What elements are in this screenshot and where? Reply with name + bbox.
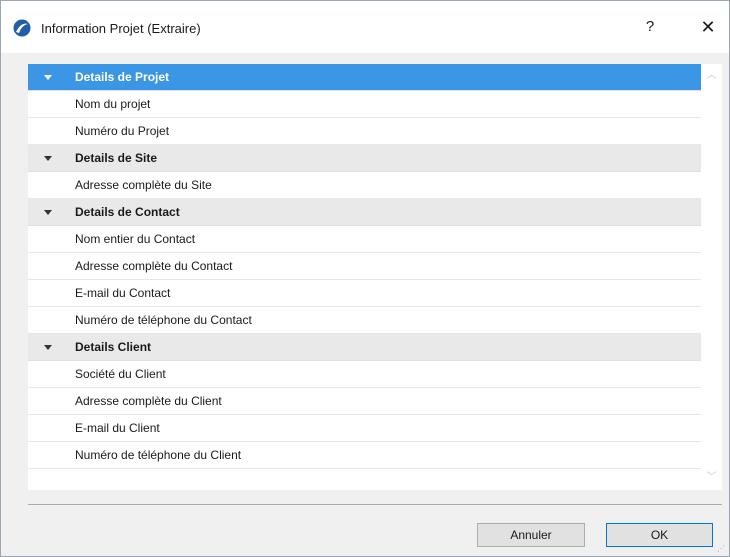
list-item-label: Adresse complète du Contact	[75, 259, 233, 273]
list-item-label: Adresse complète du Client	[75, 394, 222, 408]
help-button[interactable]: ?	[633, 13, 667, 41]
list-item-label: Nom du projet	[75, 97, 151, 111]
list-item-label: Société du Client	[75, 367, 166, 381]
group-row[interactable]: Details de Projet	[28, 64, 701, 91]
list-item[interactable]: Adresse complète du Site	[28, 172, 701, 199]
list-item-label: Numéro de téléphone du Contact	[75, 313, 252, 327]
list-item[interactable]: Nom entier du Contact	[28, 226, 701, 253]
expand-triangle-icon[interactable]	[44, 210, 52, 215]
list-item[interactable]: Société du Client	[28, 361, 701, 388]
resize-grip-icon[interactable]: ⋰	[717, 544, 727, 554]
list-item-label: Numéro de téléphone du Client	[75, 448, 242, 462]
group-label: Details de Projet	[75, 70, 170, 84]
group-row[interactable]: Details de Contact	[28, 199, 701, 226]
title-bar[interactable]: Information Projet (Extraire) ? ✕	[1, 1, 729, 53]
app-logo-icon	[13, 19, 31, 37]
group-row[interactable]: Details Client	[28, 334, 701, 361]
group-label: Details de Contact	[75, 205, 180, 219]
cancel-button[interactable]: Annuler	[477, 523, 585, 547]
ok-button[interactable]: OK	[606, 523, 713, 547]
list-item[interactable]: Numéro du Projet	[28, 118, 701, 145]
group-label: Details de Site	[75, 151, 158, 165]
list-item[interactable]: E-mail du Client	[28, 415, 701, 442]
vertical-scrollbar[interactable]: ︿ ﹀	[701, 64, 722, 490]
footer-divider	[28, 504, 722, 505]
list-item[interactable]: Adresse complète du Contact	[28, 253, 701, 280]
close-button[interactable]: ✕	[691, 13, 725, 41]
list-item-label: Nom entier du Contact	[75, 232, 196, 246]
scroll-down-icon[interactable]: ﹀	[701, 468, 722, 488]
dialog-window: Information Projet (Extraire) ? ✕ Detail…	[0, 0, 730, 557]
info-list-panel: Details de Projet Nom du projet Numéro du …	[28, 64, 722, 490]
list-item[interactable]: Numéro de téléphone du Contact	[28, 307, 701, 334]
expand-triangle-icon[interactable]	[44, 345, 52, 350]
list-item-label: E-mail du Contact	[75, 286, 171, 300]
list-item[interactable]: Nom du projet	[28, 91, 701, 118]
scroll-up-icon[interactable]: ︿	[701, 66, 722, 86]
list-item-label: Numéro du Projet	[75, 124, 170, 138]
list-item-label: E-mail du Client	[75, 421, 160, 435]
group-row[interactable]: Details de Site	[28, 145, 701, 172]
info-tree-list: Details de Projet Nom du projet Numéro du …	[28, 64, 701, 469]
group-label: Details Client	[75, 340, 152, 354]
list-item[interactable]: Numéro de téléphone du Client	[28, 442, 701, 469]
expand-triangle-icon[interactable]	[44, 75, 52, 80]
list-item[interactable]: Adresse complète du Client	[28, 388, 701, 415]
expand-triangle-icon[interactable]	[44, 156, 52, 161]
list-item-label: Adresse complète du Site	[75, 178, 212, 192]
window-title: Information Projet (Extraire)	[41, 21, 201, 36]
list-item[interactable]: E-mail du Contact	[28, 280, 701, 307]
